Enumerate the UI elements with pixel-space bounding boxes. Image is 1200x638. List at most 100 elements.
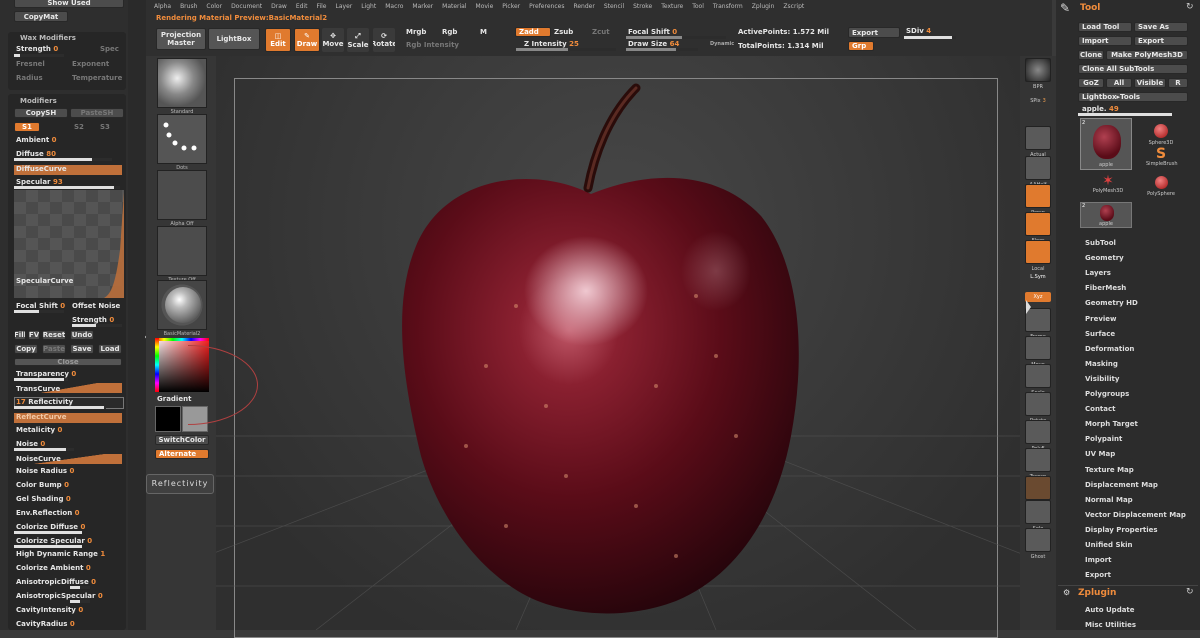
tool-thumb-apple-small[interactable]: 2 apple bbox=[1080, 202, 1132, 228]
ambient-slider[interactable]: Ambient 0 bbox=[16, 136, 57, 144]
draw-size-slider[interactable]: Draw Size 64 bbox=[628, 40, 679, 48]
wax-exponent-label[interactable]: Exponent bbox=[72, 60, 109, 68]
menu-draw[interactable]: Draw bbox=[271, 3, 287, 10]
wax-strength-slider[interactable]: Strength 0 bbox=[16, 45, 58, 53]
shelf-aahalf-button[interactable]: AAHalf bbox=[1025, 156, 1051, 188]
tool-subpalette-export[interactable]: Export bbox=[1085, 571, 1111, 579]
s3-button[interactable]: S3 bbox=[100, 123, 110, 131]
colorize-specular-slider[interactable]: Colorize Specular 0 bbox=[16, 537, 92, 545]
alpha-off-thumb[interactable]: Alpha Off bbox=[157, 170, 207, 227]
menu-document[interactable]: Document bbox=[231, 3, 262, 10]
goz-button[interactable]: GoZ bbox=[1078, 78, 1104, 88]
wax-temperature-slider[interactable]: Temperature bbox=[72, 74, 122, 82]
hdr-slider[interactable]: High Dynamic Range 1 bbox=[16, 550, 105, 558]
tool-subpalette-masking[interactable]: Masking bbox=[1085, 360, 1118, 368]
edit-button[interactable]: ◫ Edit bbox=[265, 28, 291, 52]
pastesh-button[interactable]: PasteSH bbox=[70, 108, 124, 118]
tool-subpalette-subtool[interactable]: SubTool bbox=[1085, 239, 1116, 247]
noise-radius-slider[interactable]: Noise Radius 0 bbox=[16, 467, 74, 475]
fv-button[interactable]: FV bbox=[28, 330, 40, 340]
shelf-dynamic-button[interactable]: Dynamic bbox=[1025, 476, 1051, 508]
shelf-lsym-button[interactable]: L.Sym bbox=[1025, 272, 1051, 282]
noise-slider[interactable]: Noise 0 bbox=[16, 440, 45, 448]
menu-zplugin[interactable]: Zplugin bbox=[752, 3, 775, 10]
strength-slider[interactable]: Strength 0 bbox=[72, 316, 114, 324]
menu-render[interactable]: Render bbox=[573, 3, 594, 10]
lightbox-button[interactable]: LightBox bbox=[208, 28, 260, 50]
menu-macro[interactable]: Macro bbox=[385, 3, 403, 10]
tool-subpalette-contact[interactable]: Contact bbox=[1085, 405, 1116, 413]
shelf-move-button[interactable]: Move bbox=[1025, 336, 1051, 368]
tool-subpalette-displacement-map[interactable]: Displacement Map bbox=[1085, 481, 1158, 489]
s2-button[interactable]: S2 bbox=[74, 123, 84, 131]
tool-subpalette-polygroups[interactable]: Polygroups bbox=[1085, 390, 1129, 398]
env-reflection-slider[interactable]: Env.Reflection 0 bbox=[16, 509, 80, 517]
zcut-button[interactable]: Zcut bbox=[592, 28, 610, 36]
menu-brush[interactable]: Brush bbox=[180, 3, 197, 10]
menu-picker[interactable]: Picker bbox=[502, 3, 520, 10]
menu-layer[interactable]: Layer bbox=[336, 3, 353, 10]
grp-button[interactable]: Grp bbox=[848, 41, 874, 51]
offset-noise-slider[interactable]: Offset Noise bbox=[72, 302, 120, 310]
paste-button[interactable]: Paste bbox=[42, 344, 66, 354]
color-hue-bar-left[interactable] bbox=[155, 338, 159, 392]
material-thumb[interactable]: BasicMaterial2 bbox=[157, 280, 207, 337]
import-tool-button[interactable]: Import bbox=[1078, 36, 1132, 46]
misc-utilities-item[interactable]: Misc Utilities bbox=[1085, 621, 1136, 629]
load-button[interactable]: Load bbox=[98, 344, 122, 354]
wax-radius-label[interactable]: Fresnel bbox=[16, 60, 45, 68]
tool-subpalette-import[interactable]: Import bbox=[1085, 556, 1112, 564]
s1-button[interactable]: S1 bbox=[14, 122, 40, 132]
shelf-polyf-button[interactable]: PolyF bbox=[1025, 420, 1051, 452]
tool-thumb-polysphere[interactable]: PolySphere bbox=[1144, 176, 1178, 204]
make-polymesh-button[interactable]: Make PolyMesh3D bbox=[1106, 50, 1188, 60]
cavity-radius-slider[interactable]: CavityRadius 0 bbox=[16, 620, 75, 628]
menu-transform[interactable]: Transform bbox=[713, 3, 743, 10]
menu-stencil[interactable]: Stencil bbox=[604, 3, 624, 10]
menu-file[interactable]: File bbox=[316, 3, 326, 10]
metalicity-slider[interactable]: Metalicity 0 bbox=[16, 426, 62, 434]
alternate-button[interactable]: Alternate bbox=[155, 449, 209, 459]
tool-subpalette-normal-map[interactable]: Normal Map bbox=[1085, 496, 1133, 504]
shelf-bpr-button[interactable]: BPR bbox=[1025, 58, 1051, 90]
zplugin-title[interactable]: Zplugin bbox=[1078, 588, 1116, 598]
close-button[interactable]: Close bbox=[14, 358, 122, 366]
current-tool-slider[interactable]: apple. 49 bbox=[1082, 105, 1119, 113]
show-used-button[interactable]: Show Used bbox=[14, 0, 124, 8]
canvas-viewport[interactable] bbox=[216, 56, 1020, 638]
tool-subpalette-layers[interactable]: Layers bbox=[1085, 269, 1111, 277]
shelf-local-button[interactable]: Local bbox=[1025, 240, 1051, 272]
left-tray-divider[interactable] bbox=[128, 0, 146, 630]
export-tool-button[interactable]: Export bbox=[1134, 36, 1188, 46]
shelf-transp-button[interactable]: Transp bbox=[1025, 448, 1051, 480]
focal-shift-top-slider[interactable]: Focal Shift 0 bbox=[628, 28, 677, 36]
wax-spec-slider[interactable]: Spec bbox=[100, 45, 119, 53]
menu-tool[interactable]: Tool bbox=[692, 3, 704, 10]
specular-slider[interactable]: Specular 93 bbox=[16, 178, 63, 186]
apple-model[interactable] bbox=[216, 56, 1020, 630]
all-button[interactable]: All bbox=[1106, 78, 1132, 88]
copy-button[interactable]: Copy bbox=[14, 344, 38, 354]
tool-subpalette-visibility[interactable]: Visibility bbox=[1085, 375, 1119, 383]
switch-color-button[interactable]: SwitchColor bbox=[155, 435, 209, 445]
clone-all-subtools-button[interactable]: Clone All SubTools bbox=[1078, 64, 1188, 74]
tool-subpalette-surface[interactable]: Surface bbox=[1085, 330, 1115, 338]
zadd-button[interactable]: Zadd bbox=[515, 27, 551, 37]
tool-subpalette-geometry[interactable]: Geometry bbox=[1085, 254, 1124, 262]
load-tool-button[interactable]: Load Tool bbox=[1078, 22, 1132, 32]
tool-subpalette-preview[interactable]: Preview bbox=[1085, 315, 1117, 323]
rgb-intensity-slider[interactable]: Rgb Intensity bbox=[406, 41, 459, 49]
r-button[interactable]: R bbox=[1168, 78, 1188, 88]
gel-shading-slider[interactable]: Gel Shading 0 bbox=[16, 495, 71, 503]
copymat-button[interactable]: CopyMat bbox=[14, 11, 68, 22]
brush-standard-thumb[interactable]: Standard bbox=[157, 58, 207, 115]
shelf-ghost-button[interactable]: Ghost bbox=[1025, 528, 1051, 560]
menu-material[interactable]: Material bbox=[442, 3, 466, 10]
tool-subpalette-morph-target[interactable]: Morph Target bbox=[1085, 420, 1138, 428]
tool-palette-toggle-icon[interactable]: ↻ bbox=[1186, 2, 1194, 12]
menu-stroke[interactable]: Stroke bbox=[633, 3, 652, 10]
z-intensity-slider[interactable]: Z Intensity 25 bbox=[524, 40, 579, 48]
aniso-specular-slider[interactable]: AnisotropicSpecular 0 bbox=[16, 592, 103, 600]
color-bump-slider[interactable]: Color Bump 0 bbox=[16, 481, 69, 489]
tool-subpalette-fibermesh[interactable]: FiberMesh bbox=[1085, 284, 1126, 292]
